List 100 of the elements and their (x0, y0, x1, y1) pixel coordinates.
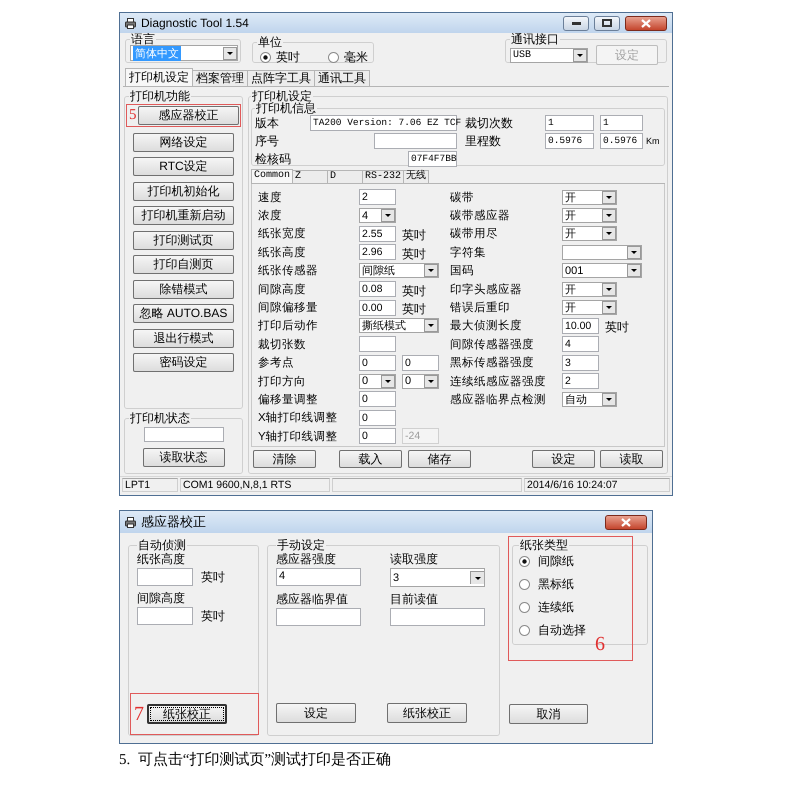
radio-option[interactable]: 黑标纸 (519, 576, 574, 593)
close-button[interactable] (605, 514, 647, 530)
input-field[interactable] (137, 568, 193, 586)
dropdown[interactable]: 间隙纸 (359, 263, 439, 278)
input-field[interactable]: 3 (562, 354, 599, 371)
input-field[interactable]: 0 (359, 391, 396, 408)
function-button[interactable]: 退出行模式 (133, 328, 234, 348)
action-button[interactable]: 清除 (253, 450, 316, 468)
caret-icon (381, 374, 395, 388)
input-field[interactable]: 2.55 (359, 226, 396, 242)
input-field[interactable]: 0.00 (359, 300, 396, 316)
setting-label: 纸张高度 (258, 245, 307, 260)
field-label: 裁切次数 (465, 114, 514, 132)
tab[interactable]: 点阵字工具 (247, 70, 315, 86)
setting-label: 裁切张数 (258, 338, 307, 352)
input-field[interactable]: 0 (359, 428, 396, 444)
function-button[interactable]: 感应器校正 (138, 106, 239, 125)
tab[interactable]: Common (251, 169, 294, 183)
function-button[interactable]: 除错模式 (133, 280, 234, 298)
dropdown[interactable]: 撕纸模式 (359, 318, 439, 334)
status-text: LPT1 (122, 478, 178, 492)
input-field[interactable]: 07F4F7BB (408, 151, 457, 167)
input-field[interactable]: 0.5976 (545, 133, 594, 149)
dropdown[interactable]: 001 (562, 263, 642, 278)
read-status-button[interactable]: 读取状态 (142, 448, 224, 467)
port-dropdown[interactable]: USB (510, 48, 588, 62)
tab[interactable]: 通讯工具 (314, 70, 370, 86)
input-field[interactable]: 4 (276, 568, 361, 586)
dropdown[interactable]: 0 (359, 374, 396, 389)
function-button[interactable]: RTC设定 (133, 157, 234, 176)
unit-label: 英吋 (402, 301, 426, 318)
input-field[interactable]: 10.00 (562, 318, 599, 334)
action-button[interactable]: 设定 (532, 450, 595, 468)
radio-option[interactable]: 毫米 (328, 49, 368, 66)
input-field[interactable]: 2.96 (359, 244, 396, 260)
dropdown[interactable]: 开 (562, 282, 617, 297)
tab[interactable]: Z (292, 170, 328, 183)
minimize-button[interactable] (563, 16, 589, 30)
minimize-icon (572, 21, 580, 25)
status-field[interactable] (144, 427, 224, 442)
function-button[interactable]: 打印自测页 (133, 255, 234, 274)
setting-label: 错误后重印 (450, 300, 511, 316)
radio-option[interactable]: 间隙纸 (519, 553, 574, 570)
dropdown[interactable]: 0 (402, 374, 439, 389)
setting-label: 字符集 (450, 245, 487, 260)
tab[interactable]: RS-232 (362, 170, 404, 183)
function-button[interactable]: 打印测试页 (133, 230, 234, 250)
input-field[interactable] (374, 133, 457, 149)
dropdown[interactable]: 开 (562, 226, 617, 242)
input-field[interactable]: 0.08 (359, 281, 396, 298)
setting-label: 连续纸感应器强度 (450, 374, 547, 389)
function-button[interactable]: 密码设定 (133, 353, 234, 372)
unit-label: 英吋 (201, 608, 225, 625)
function-button[interactable]: 打印机重新启动 (133, 206, 234, 225)
cancel-button[interactable]: 取消 (509, 704, 588, 724)
input-field[interactable]: 2 (359, 189, 396, 206)
input-field[interactable]: 0 (359, 354, 396, 371)
group-title: 纸张类型 (519, 539, 569, 551)
tab[interactable]: D (327, 170, 364, 183)
dropdown[interactable] (562, 244, 642, 260)
input-field[interactable]: 0 (402, 354, 439, 371)
input-field[interactable]: 1 (600, 115, 643, 131)
input-field[interactable] (390, 608, 485, 626)
input-field[interactable]: 1 (545, 115, 594, 131)
dropdown[interactable]: 自动 (562, 392, 617, 407)
dropdown[interactable]: 开 (562, 300, 617, 316)
input-field[interactable] (137, 607, 193, 625)
input-field[interactable]: 0.5976 (600, 133, 643, 149)
radio-option[interactable]: 英吋 (260, 49, 300, 66)
action-button[interactable]: 读取 (600, 450, 663, 468)
setting-label: 印字头感应器 (450, 282, 523, 297)
setting-label: 感应器临界点检测 (450, 392, 547, 407)
paper-calibrate-button[interactable]: 纸张校正 (147, 704, 227, 724)
action-button[interactable]: 载入 (339, 450, 402, 468)
tab[interactable]: 无线 (403, 170, 430, 183)
action-button[interactable]: 储存 (408, 450, 471, 468)
maximize-button[interactable] (594, 16, 620, 30)
input-field[interactable]: 0 (359, 410, 396, 426)
dropdown[interactable]: 开 (562, 190, 617, 205)
dialog-button[interactable]: 设定 (276, 703, 356, 723)
dropdown[interactable]: 4 (359, 208, 396, 224)
close-button[interactable] (625, 16, 667, 30)
function-button[interactable]: 网络设定 (133, 132, 234, 152)
radio-option[interactable]: 连续纸 (519, 599, 574, 616)
input-field[interactable]: 2 (562, 373, 599, 390)
tab[interactable]: 档案管理 (192, 70, 248, 86)
setting-label: 最大侦测长度 (450, 318, 523, 334)
function-button[interactable]: 忽略 AUTO.BAS (133, 304, 234, 323)
input-field[interactable] (276, 608, 361, 626)
radio-option[interactable]: 自动选择 (519, 622, 586, 639)
input-field[interactable] (359, 336, 396, 352)
dropdown[interactable]: 开 (562, 208, 617, 224)
dialog-button[interactable]: 纸张校正 (387, 703, 467, 723)
tab[interactable]: 打印机设定 (125, 68, 193, 86)
caret-icon (602, 190, 616, 204)
dropdown[interactable]: 3 (390, 568, 485, 587)
caret-icon (424, 264, 438, 278)
setting-label: 偏移量调整 (258, 392, 319, 407)
input-field[interactable]: 4 (562, 336, 599, 352)
function-button[interactable]: 打印机初始化 (133, 182, 234, 200)
